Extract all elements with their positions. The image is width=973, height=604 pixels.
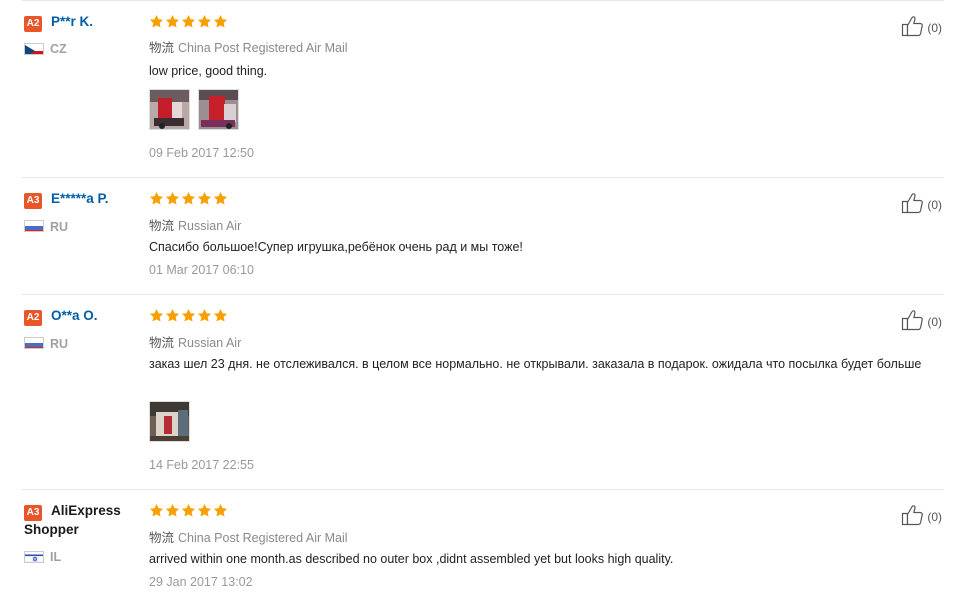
rating-stars xyxy=(149,191,228,207)
buyer-level-badge: A2 xyxy=(24,16,42,32)
star-icon xyxy=(197,503,212,517)
star-icon xyxy=(213,308,228,322)
buyer-name[interactable]: P**r K. xyxy=(51,14,93,29)
review-item: A3 AliExpress Shopper IL 物流 China Post Re… xyxy=(22,489,944,604)
helpful-button[interactable]: (0) xyxy=(901,15,942,40)
buyer-level-badge: A3 xyxy=(24,193,42,209)
flag-ru-icon xyxy=(24,337,44,349)
shipping-value: China Post Registered Air Mail xyxy=(178,531,348,545)
shipping-method: 物流 China Post Registered Air Mail xyxy=(149,527,348,546)
review-photos xyxy=(149,89,239,130)
review-photo-thumbnail[interactable] xyxy=(149,89,190,130)
star-icon xyxy=(181,503,196,517)
buyer-name[interactable]: O**a O. xyxy=(51,308,98,323)
shipping-value: Russian Air xyxy=(178,219,242,233)
review-text: заказ шел 23 дня. не отслеживался. в цел… xyxy=(149,357,922,371)
review-date: 09 Feb 2017 12:50 xyxy=(149,146,254,160)
flag-ru-icon xyxy=(24,220,44,232)
star-icon xyxy=(213,503,228,517)
star-icon xyxy=(181,14,196,28)
review-item: A3 E*****a P. RU 物流 Russian Air Спасибо б… xyxy=(22,177,944,295)
shipping-method: 物流 Russian Air xyxy=(149,332,241,351)
star-icon xyxy=(213,14,228,28)
star-icon xyxy=(165,191,180,205)
helpful-count: (0) xyxy=(927,509,942,524)
buyer-name[interactable]: E*****a P. xyxy=(51,191,109,206)
review-date: 01 Mar 2017 06:10 xyxy=(149,263,254,277)
buyer-name[interactable]: AliExpress Shopper xyxy=(24,501,134,539)
flag-il-icon xyxy=(24,551,44,563)
review-date: 29 Jan 2017 13:02 xyxy=(149,575,253,589)
star-icon xyxy=(149,503,164,517)
star-icon xyxy=(197,191,212,205)
shipping-method: 物流 Russian Air xyxy=(149,215,241,234)
rating-stars xyxy=(149,308,228,324)
rating-stars xyxy=(149,14,228,30)
review-photos xyxy=(149,401,190,442)
star-icon xyxy=(165,14,180,28)
flag-cz-icon xyxy=(24,43,44,55)
review-item: A2 O**a O. RU 物流 Russian Air заказ шел 23… xyxy=(22,294,944,490)
review-text: arrived within one month.as described no… xyxy=(149,552,674,566)
review-item: A2 P**r K. CZ 物流 China Post Registered Ai… xyxy=(22,0,944,178)
shipping-value: China Post Registered Air Mail xyxy=(178,41,348,55)
buyer-country: RU xyxy=(50,337,69,351)
star-icon xyxy=(149,14,164,28)
buyer-country: IL xyxy=(50,550,62,564)
helpful-button[interactable]: (0) xyxy=(901,504,942,529)
shipping-label: 物流 xyxy=(149,219,175,233)
star-icon xyxy=(197,308,212,322)
shipping-method: 物流 China Post Registered Air Mail xyxy=(149,37,348,56)
thumbs-up-icon xyxy=(901,15,925,40)
star-icon xyxy=(181,191,196,205)
review-date: 14 Feb 2017 22:55 xyxy=(149,458,254,472)
buyer-country: RU xyxy=(50,220,69,234)
thumbs-up-icon xyxy=(901,192,925,217)
thumbs-up-icon xyxy=(901,504,925,529)
buyer-level-badge: A2 xyxy=(24,310,42,326)
review-photo-thumbnail[interactable] xyxy=(198,89,239,130)
star-icon xyxy=(149,308,164,322)
helpful-button[interactable]: (0) xyxy=(901,309,942,334)
review-photo-thumbnail[interactable] xyxy=(149,401,190,442)
star-icon xyxy=(149,191,164,205)
buyer-country: CZ xyxy=(50,42,67,56)
helpful-count: (0) xyxy=(927,20,942,35)
shipping-label: 物流 xyxy=(149,531,175,545)
star-icon xyxy=(165,308,180,322)
shipping-label: 物流 xyxy=(149,41,175,55)
shipping-label: 物流 xyxy=(149,336,175,350)
helpful-count: (0) xyxy=(927,197,942,212)
helpful-count: (0) xyxy=(927,314,942,329)
star-icon xyxy=(181,308,196,322)
rating-stars xyxy=(149,503,228,519)
star-icon xyxy=(165,503,180,517)
star-icon xyxy=(197,14,212,28)
star-icon xyxy=(213,191,228,205)
review-text: Спасибо большое!Супер игрушка,ребёнок оч… xyxy=(149,240,523,254)
shipping-value: Russian Air xyxy=(178,336,242,350)
thumbs-up-icon xyxy=(901,309,925,334)
review-text: low price, good thing. xyxy=(149,64,268,78)
helpful-button[interactable]: (0) xyxy=(901,192,942,217)
